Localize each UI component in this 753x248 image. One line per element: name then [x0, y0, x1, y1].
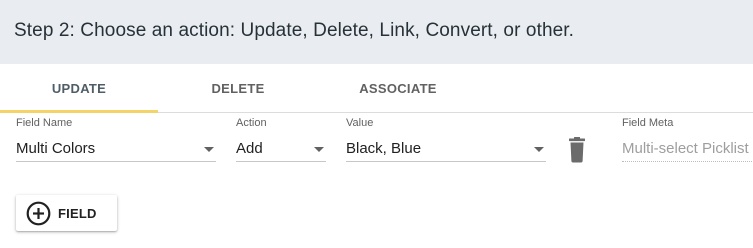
- action-value: Add: [236, 140, 263, 157]
- step-title: Step 2: Choose an action: Update, Delete…: [14, 20, 575, 41]
- field-meta-label: Field Meta: [622, 117, 674, 129]
- field-name-select[interactable]: Multi Colors: [16, 138, 216, 162]
- delete-row-button[interactable]: [566, 137, 588, 163]
- field-name-group: Field Name Multi Colors: [16, 117, 216, 162]
- action-select[interactable]: Add: [236, 138, 326, 162]
- value-group: Value Black, Blue: [346, 117, 546, 162]
- tab-update-label: UPDATE: [51, 80, 107, 96]
- field-meta-display: Multi-select Picklist: [622, 138, 753, 162]
- add-field-label: FIELD: [58, 205, 97, 221]
- chevron-down-icon: [314, 147, 324, 152]
- tab-associate[interactable]: ASSOCIATE: [318, 64, 478, 112]
- trash-icon: [569, 137, 585, 163]
- chevron-down-icon: [204, 147, 214, 152]
- field-name-label: Field Name: [16, 117, 73, 129]
- value-value: Black, Blue: [346, 140, 422, 157]
- field-meta-group: Field Meta Multi-select Picklist: [622, 117, 753, 162]
- action-group: Action Add: [236, 117, 326, 162]
- value-label: Value: [346, 117, 374, 129]
- add-field-button[interactable]: FIELD: [16, 195, 117, 231]
- tab-associate-label: ASSOCIATE: [359, 80, 437, 96]
- field-meta-value: Multi-select Picklist: [622, 140, 749, 157]
- tab-delete-label: DELETE: [211, 80, 265, 96]
- tab-update[interactable]: UPDATE: [0, 64, 158, 113]
- plus-circle-icon: [26, 201, 51, 225]
- chevron-down-icon: [534, 147, 544, 152]
- step-header: Step 2: Choose an action: Update, Delete…: [0, 0, 753, 64]
- action-tabs: UPDATE DELETE ASSOCIATE: [0, 64, 753, 113]
- action-label: Action: [236, 117, 267, 129]
- tab-delete[interactable]: DELETE: [158, 64, 318, 112]
- value-select[interactable]: Black, Blue: [346, 138, 546, 162]
- field-name-value: Multi Colors: [16, 140, 96, 157]
